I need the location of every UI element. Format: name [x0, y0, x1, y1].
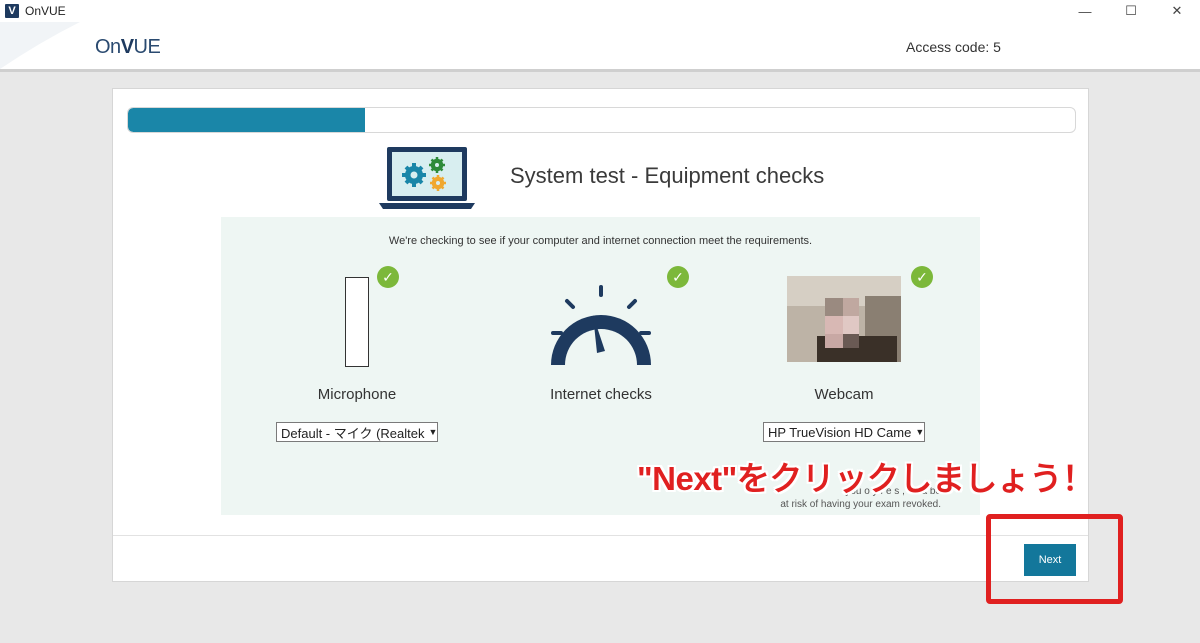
onvue-logo: OnVUE [95, 36, 161, 59]
internet-checks-label: Internet checks [550, 386, 652, 403]
annotation-callout-text: "Next"をクリックしましょう！ [637, 460, 1095, 497]
app-header: OnVUE Access code: 5 [0, 22, 1200, 69]
logo-v: V [120, 36, 134, 58]
webcam-label: Webcam [814, 386, 874, 403]
microphone-select-value: Default - マイク (Realtek [281, 425, 425, 441]
window-controls: — ☐ ✕ [1062, 0, 1200, 22]
close-button[interactable]: ✕ [1154, 0, 1200, 22]
webcam-preview [787, 276, 901, 362]
title-bar: V OnVUE — ☐ ✕ [0, 0, 1200, 22]
access-code: Access code: 5 [906, 39, 1001, 55]
dropdown-arrow-icon: ▼ [428, 427, 438, 437]
progress-bar [127, 107, 1076, 133]
logo-suffix: UE [133, 36, 161, 58]
microphone-check-icon: ✓ [377, 266, 399, 288]
maximize-button[interactable]: ☐ [1108, 0, 1154, 22]
dropdown-arrow-icon: ▼ [915, 427, 925, 437]
speedometer-icon [551, 285, 651, 365]
webcam-preview-image [787, 276, 901, 362]
logo-prefix: On [95, 36, 121, 58]
webcam-select-value: HP TrueVision HD Came [768, 424, 912, 440]
system-test-card: System test - Equipment checks We're che… [112, 88, 1089, 582]
microphone-label: Microphone [317, 386, 397, 403]
microphone-level-meter [345, 277, 369, 367]
microphone-select[interactable]: Default - マイク (Realtek ▼ [276, 422, 438, 442]
progress-fill [128, 108, 365, 132]
webcam-check-icon: ✓ [911, 266, 933, 288]
annotation-highlight-box [986, 514, 1123, 604]
minimize-button[interactable]: — [1062, 0, 1108, 22]
header-divider [0, 69, 1200, 72]
app-icon: V [5, 4, 19, 18]
internet-check-icon: ✓ [667, 266, 689, 288]
webcam-select[interactable]: HP TrueVision HD Came ▼ [763, 422, 925, 442]
window-title: OnVUE [25, 4, 66, 18]
checks-message: We're checking to see if your computer a… [388, 235, 813, 247]
page-title: System test - Equipment checks [510, 163, 825, 188]
card-footer-divider [113, 535, 1088, 536]
laptop-gears-icon [379, 147, 475, 209]
